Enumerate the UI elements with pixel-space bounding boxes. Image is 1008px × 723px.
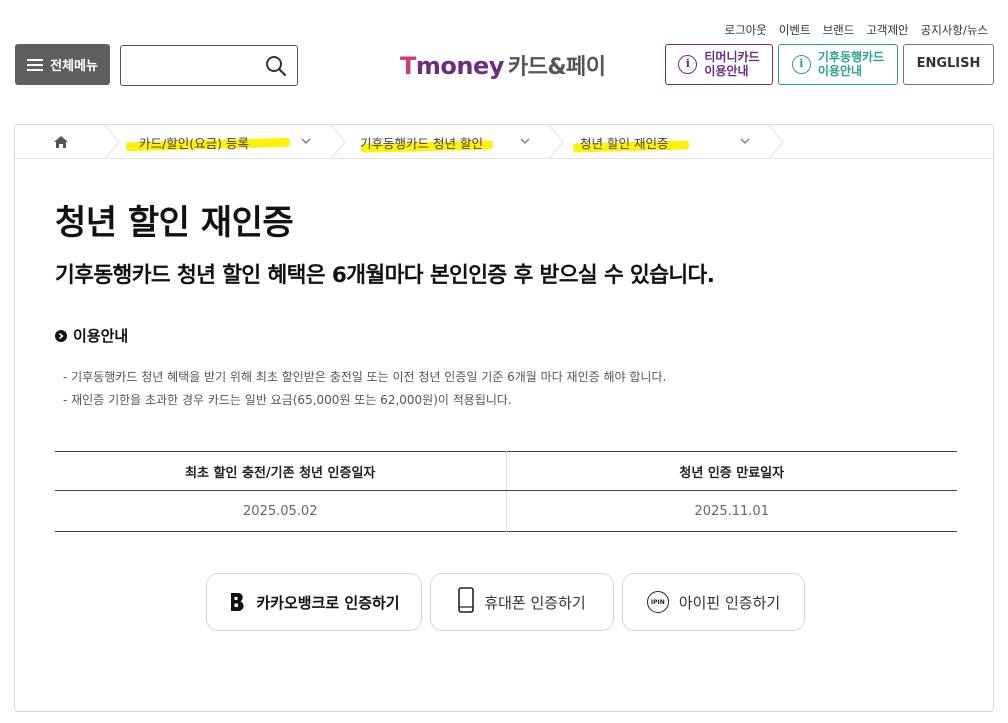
breadcrumb-label: 카드/할인(요금) 등록: [139, 135, 249, 151]
info-list: - 기후동행카드 청년 혜택을 받기 위해 최초 할인받은 충전일 또는 이전 …: [63, 366, 666, 412]
breadcrumb-label: 청년 할인 재인증: [580, 135, 669, 151]
list-item: - 기후동행카드 청년 혜택을 받기 위해 최초 할인받은 충전일 또는 이전 …: [63, 370, 667, 384]
climate-card-guide-button[interactable]: i 기후동행카드 이용안내: [778, 44, 898, 85]
breadcrumb-separator: [330, 125, 346, 159]
hamburger-icon: [27, 58, 44, 71]
tmoney-logo[interactable]: Tmoney 카드&페이: [400, 49, 606, 81]
page-subtitle: 기후동행카드 청년 할인 혜택은 6개월마다 본인인증 후 받으실 수 있습니다…: [55, 263, 715, 288]
breadcrumb-item-climate-youth-discount[interactable]: 기후동행카드 청년 할인: [360, 125, 560, 159]
breadcrumb-separator: [768, 125, 784, 159]
breadcrumb-separator: [104, 125, 120, 159]
phone-auth-label: 휴대폰 인증하기: [484, 593, 586, 612]
breadcrumb-separator: [548, 125, 564, 159]
search-input[interactable]: [121, 46, 261, 85]
kakaobank-auth-label: 카카오뱅크로 인증하기: [256, 593, 400, 612]
info-heading: 이용안내: [55, 325, 128, 346]
suggestion-link[interactable]: 고객제안: [866, 22, 908, 38]
ipin-icon: IPIN: [646, 591, 669, 613]
mobile-phone-icon: [458, 587, 475, 617]
expiry-date-header: 청년 인증 만료일자: [505, 451, 957, 491]
breadcrumb: 카드/할인(요금) 등록 기후동행카드 청년 할인 청년 할인 재인증: [15, 125, 993, 159]
first-cert-date-value: 2025.05.02: [243, 503, 318, 519]
phone-auth-button[interactable]: 휴대폰 인증하기: [430, 573, 614, 631]
chevron-down-icon: [740, 138, 750, 144]
breadcrumb-item-youth-recert[interactable]: 청년 할인 재인증: [580, 125, 780, 159]
english-button[interactable]: ENGLISH: [903, 44, 994, 85]
chevron-down-icon: [301, 138, 311, 144]
certification-date-table: 최초 할인 충전/기존 청년 인증일자 청년 인증 만료일자 2025.05.0…: [55, 451, 957, 532]
ipin-auth-button[interactable]: IPIN 아이핀 인증하기: [622, 573, 805, 631]
chevron-down-icon: [520, 138, 530, 144]
info-icon: i: [678, 55, 698, 74]
breadcrumb-label: 기후동행카드 청년 할인: [360, 135, 483, 151]
first-cert-date-header: 최초 할인 충전/기존 청년 인증일자: [55, 451, 506, 491]
logout-link[interactable]: 로그아웃: [724, 22, 766, 38]
brand-link[interactable]: 브랜드: [823, 22, 855, 38]
expiry-date-value: 2025.11.01: [505, 490, 957, 532]
table-row: 2025.05.02 2025.11.01: [55, 490, 957, 532]
full-menu-button[interactable]: 전체메뉴: [15, 44, 110, 85]
info-heading-label: 이용안내: [73, 327, 129, 345]
content-panel: 카드/할인(요금) 등록 기후동행카드 청년 할인 청년 할인 재인증 청년 할…: [14, 124, 994, 712]
tmoney-card-guide-label: 티머니카드 이용안내: [704, 49, 760, 78]
full-menu-label: 전체메뉴: [50, 59, 98, 74]
table-header-row: 최초 할인 충전/기존 청년 인증일자 청년 인증 만료일자: [55, 451, 957, 491]
notice-news-link[interactable]: 공지사항/뉴스: [921, 22, 988, 38]
search-icon[interactable]: [261, 51, 291, 81]
tmoney-card-guide-button[interactable]: i 티머니카드 이용안내: [665, 44, 773, 85]
utility-links: 로그아웃 이벤트 브랜드 고객제안 공지사항/뉴스: [724, 22, 988, 38]
kakaobank-icon: [228, 592, 246, 612]
logo-sub: 카드&페이: [507, 55, 606, 80]
kakaobank-auth-button[interactable]: 카카오뱅크로 인증하기: [206, 573, 422, 631]
ipin-auth-label: 아이핀 인증하기: [678, 593, 781, 612]
search-box: [120, 45, 298, 86]
breadcrumb-item-card-discount-register[interactable]: 카드/할인(요금) 등록: [139, 125, 339, 159]
logo-brand: Tmoney: [400, 52, 504, 80]
event-link[interactable]: 이벤트: [779, 22, 811, 38]
list-item: - 재인증 기한을 초과한 경우 카드는 일반 요금(65,000원 또는 62…: [63, 393, 512, 407]
climate-card-guide-label: 기후동행카드 이용안내: [817, 49, 885, 78]
info-icon: i: [791, 55, 811, 74]
home-icon[interactable]: [53, 135, 69, 149]
page-title: 청년 할인 재인증: [55, 203, 294, 243]
chevron-right-icon: [55, 329, 67, 342]
